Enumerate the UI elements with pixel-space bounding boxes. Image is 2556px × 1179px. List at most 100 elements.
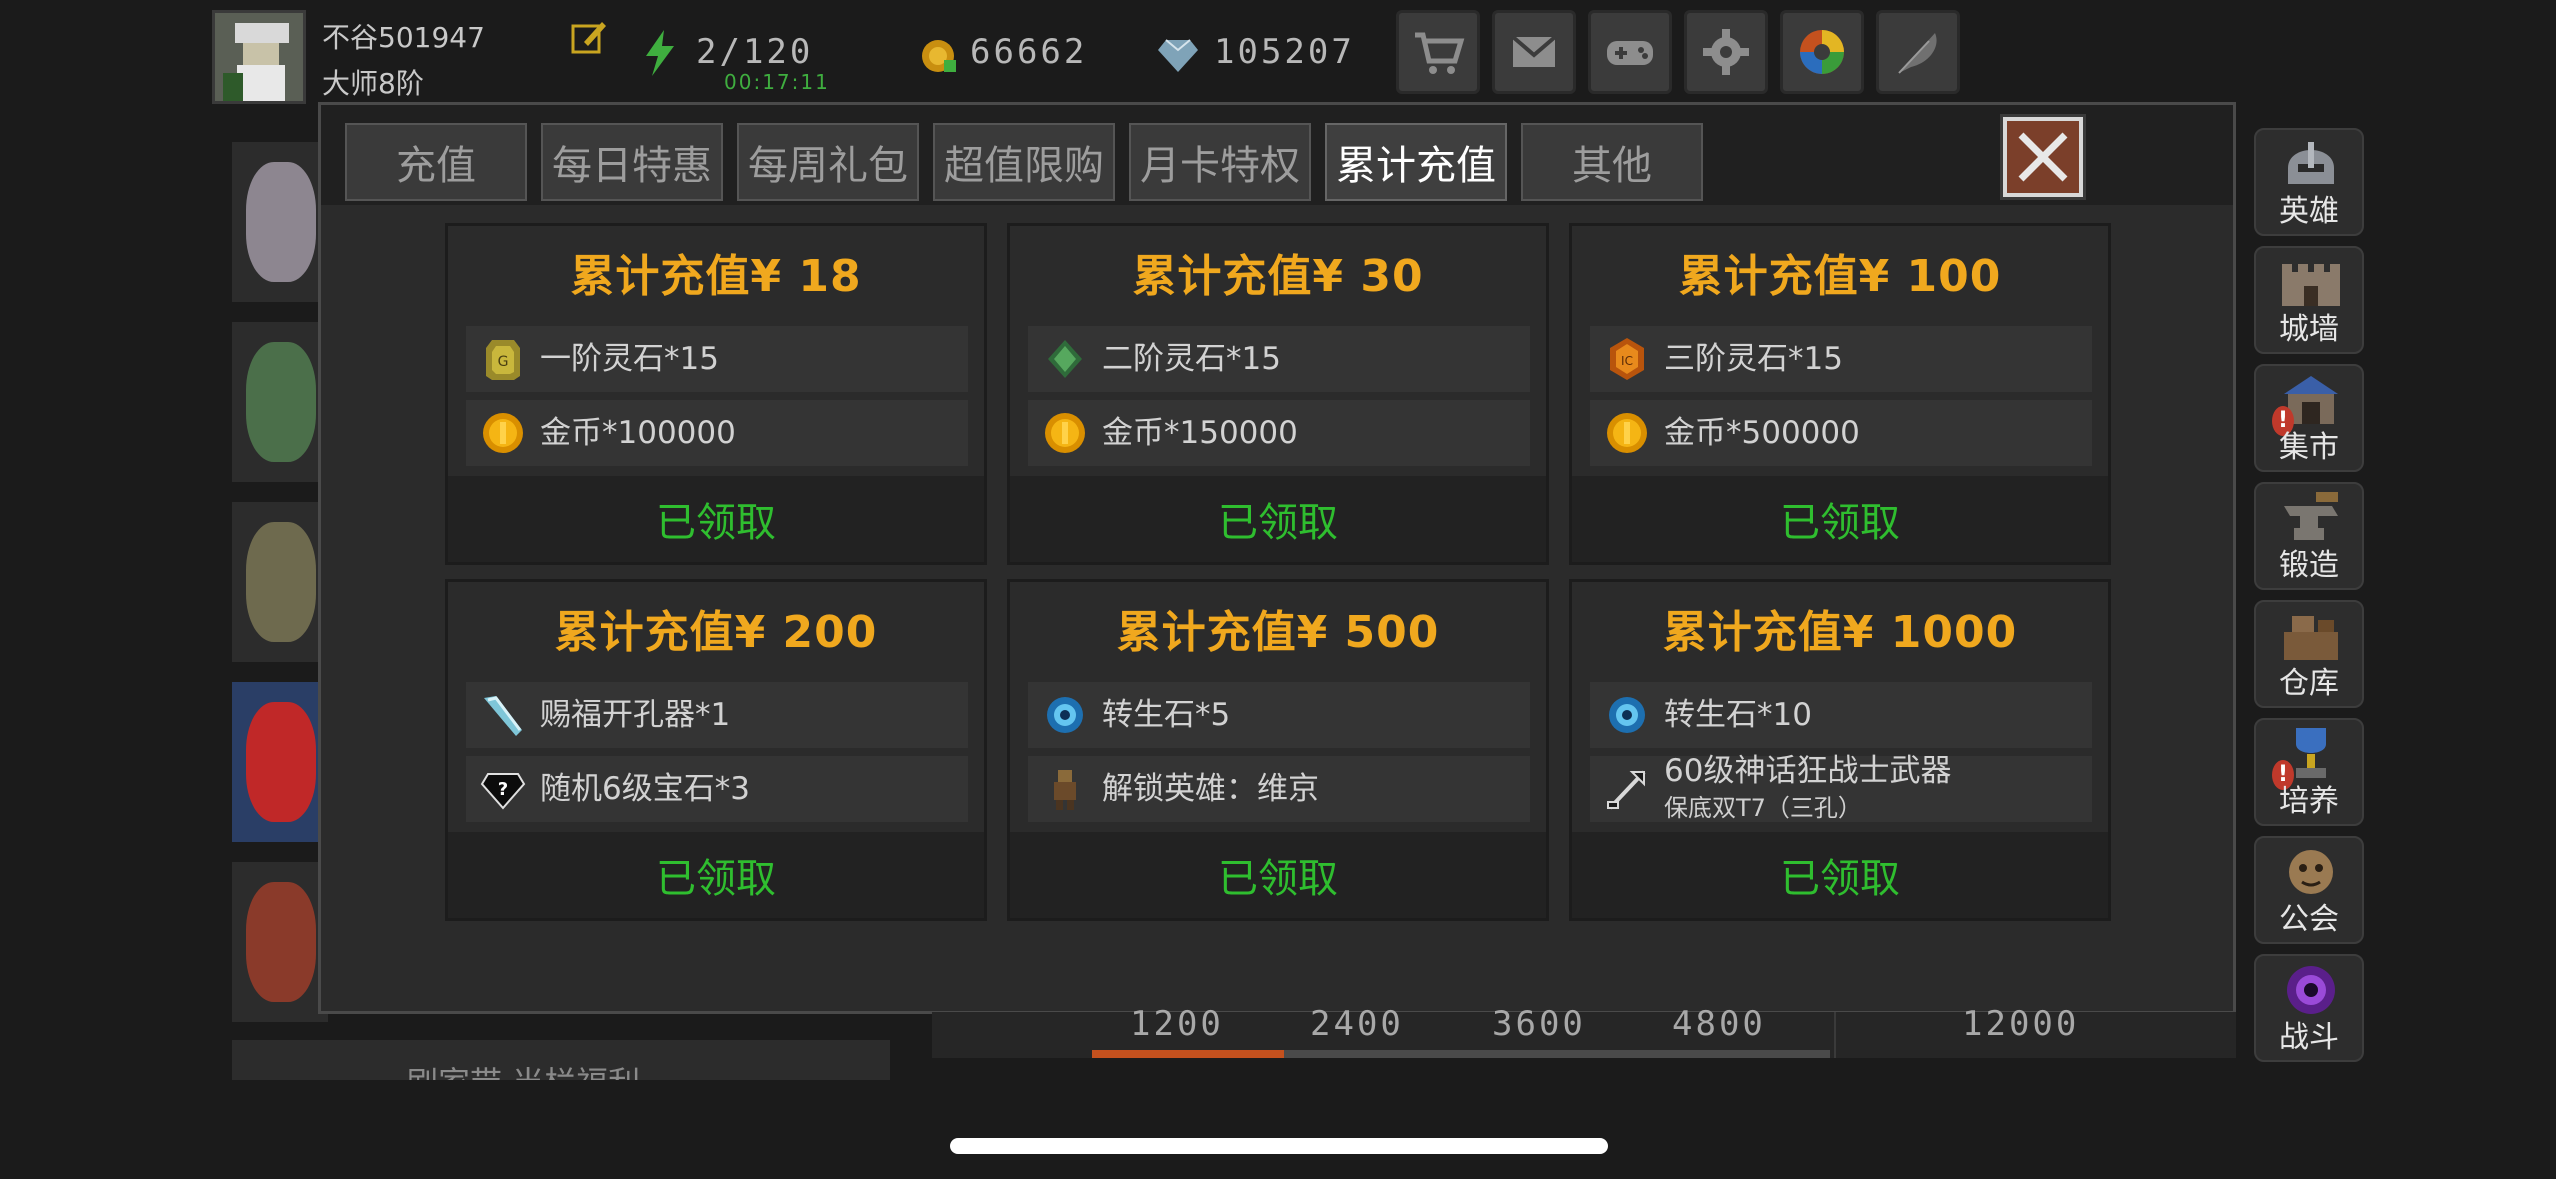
player-name: 不谷501947: [322, 21, 485, 54]
progress-fill: [1092, 1050, 1284, 1058]
recharge-tier-card: 累计充值¥ 500 转生石*5 解锁英雄：维京 已领取: [1007, 579, 1549, 921]
reward-text: 解锁英雄：维京: [1102, 770, 1319, 807]
sidebar-item-city-wall[interactable]: 城墙: [2254, 246, 2364, 354]
reward-text: 金币*500000: [1664, 414, 1860, 451]
tab-recharge[interactable]: 充值: [345, 123, 527, 201]
reward-subtext: 保底双T7（三孔）: [1664, 793, 1862, 822]
card-title: 累计充值¥ 18: [570, 251, 862, 302]
sidebar-label: 仓库: [2279, 666, 2339, 701]
gold-pouch-icon: [918, 34, 958, 74]
reward-row: 60级神话狂战士武器 保底双T7（三孔）: [1590, 753, 2092, 822]
reward-row: 解锁英雄：维京: [1028, 756, 1530, 822]
reward-row: IC 三阶灵石*15: [1590, 326, 2092, 392]
recharge-tier-card: 累计充值¥ 200 赐福开孔器*1 ? 随机6级宝石*3 已领取: [445, 579, 987, 921]
reward-row: 转生石*5: [1028, 682, 1530, 748]
rebirth-stone-icon: [1609, 697, 1645, 733]
recharge-tier-card: 累计充值¥ 1000 转生石*10 60级神话狂战士武器 保底双T7（三孔） 已…: [1569, 579, 2111, 921]
sidebar-label: 集市: [2279, 430, 2339, 465]
reward-text: 二阶灵石*15: [1102, 340, 1281, 377]
claimed-status: 已领取: [448, 476, 984, 562]
card-title: 累计充值¥ 1000: [1662, 607, 2018, 658]
reward-text: 三阶灵石*15: [1664, 340, 1843, 377]
gold-coin-icon: [1045, 413, 1085, 453]
reward-row: 金币*500000: [1590, 400, 2092, 466]
socket-drill-icon: [484, 696, 522, 736]
reward-row: 二阶灵石*15: [1028, 326, 1530, 392]
player-avatar[interactable]: [212, 10, 306, 104]
reward-text: 60级神话狂战士武器: [1664, 753, 1952, 790]
bg-list-text: 刷家带 当栏福利: [406, 1058, 640, 1080]
bg-list-item: [232, 862, 328, 1022]
bg-list-item: [232, 682, 328, 842]
rebirth-stone-icon: [1047, 697, 1083, 733]
progress-divider: [1834, 1012, 1836, 1058]
tab-limited-offer[interactable]: 超值限购: [933, 123, 1115, 201]
svg-text:IC: IC: [1621, 354, 1633, 368]
card-title: 累计充值¥ 500: [1116, 607, 1440, 658]
tier3-spirit-stone-icon: IC: [1610, 338, 1644, 380]
bg-list-item: [232, 502, 328, 662]
progress-mark: 3600: [1492, 1004, 1586, 1044]
player-rank: 大师8阶: [322, 67, 424, 100]
color-wheel-icon[interactable]: [1780, 10, 1864, 94]
sidebar-item-cultivate[interactable]: ! 培养: [2254, 718, 2364, 826]
sidebar-item-market[interactable]: ! 集市: [2254, 364, 2364, 472]
sidebar-item-guild[interactable]: 公会: [2254, 836, 2364, 944]
card-title: 累计充值¥ 100: [1678, 251, 2002, 302]
sidebar-label: 培养: [2279, 784, 2339, 819]
gems-value: 105207: [1214, 32, 1355, 72]
claimed-status: 已领取: [1010, 476, 1546, 562]
sidebar-label: 城墙: [2279, 312, 2339, 347]
reward-row: 金币*100000: [466, 400, 968, 466]
edit-name-icon[interactable]: [570, 18, 608, 56]
diamond-icon: [1158, 38, 1198, 72]
bg-list-item: [232, 322, 328, 482]
progress-mark: 2400: [1310, 1004, 1404, 1044]
tab-bar: 充值 每日特惠 每周礼包 超值限购 月卡特权 累计充值 其他: [321, 105, 2233, 205]
claimed-status: 已领取: [448, 832, 984, 918]
stamina-timer: 00:17:11: [724, 70, 830, 94]
feather-icon[interactable]: [1876, 10, 1960, 94]
progress-mark: 12000: [1962, 1004, 2080, 1044]
tab-cumulative-recharge[interactable]: 累计充值: [1325, 123, 1507, 201]
settings-gear-icon[interactable]: [1684, 10, 1768, 94]
reward-text: 随机6级宝石*3: [540, 770, 750, 807]
progress-mark: 4800: [1672, 1004, 1766, 1044]
reward-row: G 一阶灵石*15: [466, 326, 968, 392]
tab-other[interactable]: 其他: [1521, 123, 1703, 201]
stamina-value: 2/120: [696, 32, 814, 72]
tab-monthly-card[interactable]: 月卡特权: [1129, 123, 1311, 201]
tab-weekly-pack[interactable]: 每周礼包: [737, 123, 919, 201]
hero-unlock-icon: [1054, 770, 1076, 810]
close-button[interactable]: [2003, 117, 2083, 197]
sidebar-item-forge[interactable]: 锻造: [2254, 482, 2364, 590]
gold-value: 66662: [970, 32, 1088, 72]
gold-coin-icon: [1607, 413, 1647, 453]
svg-text:?: ?: [498, 779, 508, 800]
tier1-spirit-stone-icon: G: [486, 340, 520, 380]
claimed-status: 已领取: [1010, 832, 1546, 918]
shop-cart-icon[interactable]: [1396, 10, 1480, 94]
recharge-tier-card: 累计充值¥ 100 IC 三阶灵石*15 金币*500000 已领取: [1569, 223, 2111, 565]
sidebar-item-hero[interactable]: 英雄: [2254, 128, 2364, 236]
claimed-status: 已领取: [1572, 832, 2108, 918]
recharge-tier-card: 累计充值¥ 30 二阶灵石*15 金币*150000 已领取: [1007, 223, 1549, 565]
sidebar-item-warehouse[interactable]: 仓库: [2254, 600, 2364, 708]
bg-list-item: [232, 142, 328, 302]
svg-text:G: G: [498, 354, 509, 370]
card-title: 累计充值¥ 30: [1132, 251, 1424, 302]
stamina-icon: [640, 30, 680, 76]
gamepad-icon[interactable]: [1588, 10, 1672, 94]
sidebar-label: 锻造: [2279, 548, 2339, 583]
sidebar-label: 英雄: [2279, 194, 2339, 229]
claimed-status: 已领取: [1572, 476, 2108, 562]
tab-daily-deals[interactable]: 每日特惠: [541, 123, 723, 201]
myth-weapon-icon: [1607, 770, 1646, 810]
reward-row: 赐福开孔器*1: [466, 682, 968, 748]
home-indicator[interactable]: [950, 1138, 1608, 1154]
progress-track: [1092, 1050, 1830, 1058]
close-icon: [2018, 132, 2068, 182]
card-title: 累计充值¥ 200: [554, 607, 878, 658]
sidebar-item-battle[interactable]: 战斗: [2254, 954, 2364, 1062]
mail-icon[interactable]: [1492, 10, 1576, 94]
